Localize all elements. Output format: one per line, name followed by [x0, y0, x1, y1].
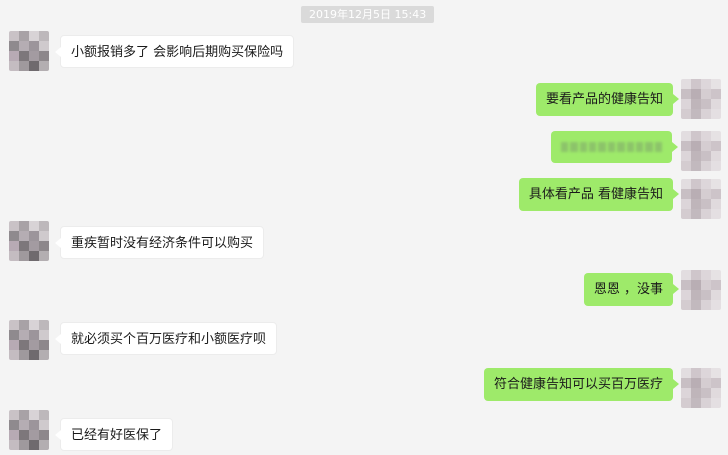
message-bubble[interactable]: 小额报销多了 会影响后期购买保险吗: [54, 35, 295, 68]
message-bubble[interactable]: 已经有好医保了: [54, 418, 174, 451]
right-avatar-icon[interactable]: [681, 79, 721, 119]
message-bubble[interactable]: 就必须买个百万医疗和小额医疗呗: [54, 322, 278, 355]
left-avatar-icon[interactable]: [9, 221, 49, 261]
chat-timestamp: 2019年12月5日 15:43: [301, 6, 435, 23]
left-avatar-icon[interactable]: [9, 320, 49, 360]
message-bubble[interactable]: 要看产品的健康告知: [535, 83, 680, 116]
left-avatar-icon[interactable]: [9, 410, 49, 450]
message-bubble[interactable]: 重疾暂时没有经济条件可以购买: [54, 226, 265, 259]
message-bubble[interactable]: 具体看产品 看健康告知: [518, 178, 680, 211]
right-avatar-icon[interactable]: [681, 131, 721, 171]
message-bubble[interactable]: 恩恩 ，没事: [583, 273, 680, 306]
chat-window: ... 2019年12月5日 15:43 小额报销多了 会影响后期购买保险吗 要…: [0, 0, 728, 455]
right-avatar-icon[interactable]: [681, 179, 721, 219]
right-avatar-icon[interactable]: [681, 270, 721, 310]
left-avatar-icon[interactable]: [9, 31, 49, 71]
redacted-message-bubble[interactable]: [551, 131, 678, 163]
right-avatar-icon[interactable]: [681, 368, 721, 408]
message-bubble[interactable]: 符合健康告知可以买百万医疗: [483, 368, 680, 401]
